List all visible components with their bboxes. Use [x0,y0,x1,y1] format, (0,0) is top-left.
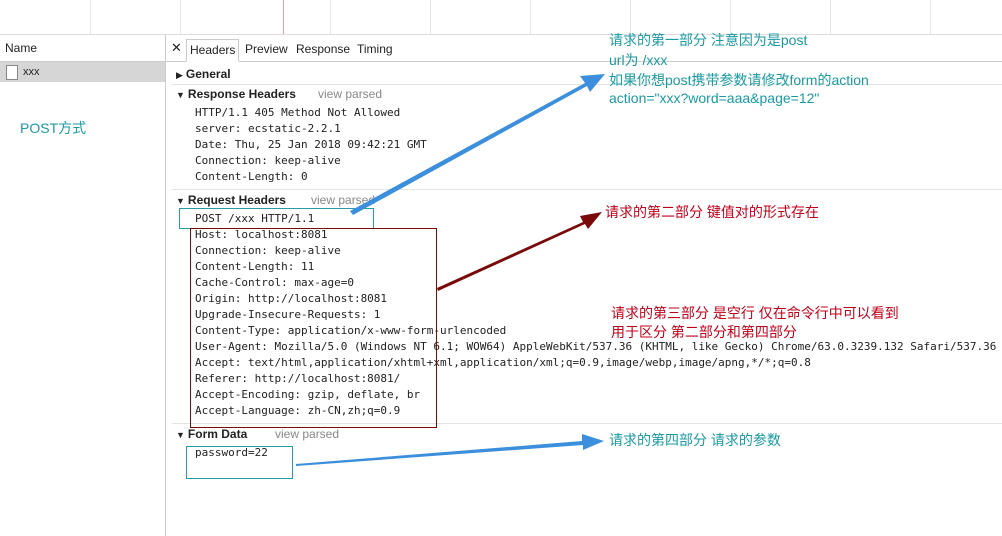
arrow-part2 [437,212,602,291]
arrow-part4 [296,434,604,466]
annotation-part1-line: 请求的第一部分 注意因为是post [609,32,808,48]
annotation-part2: 请求的第二部分 键值对的形式存在 [605,204,819,220]
annotation-part1-line: url为 /xxx [609,52,668,68]
annotation-part3-line: 请求的第三部分 是空行 仅在命令行中可以看到 [611,305,899,321]
arrow-part1 [350,74,605,215]
annotation-part1-line: 如果你想post携带参数请修改form的action [609,72,869,88]
annotation-part4: 请求的第四部分 请求的参数 [609,432,781,448]
annotation-part3-line: 用于区分 第二部分和第四部分 [611,324,797,340]
annotation-part1-line: action="xxx?word=aaa&page=12" [609,90,820,106]
